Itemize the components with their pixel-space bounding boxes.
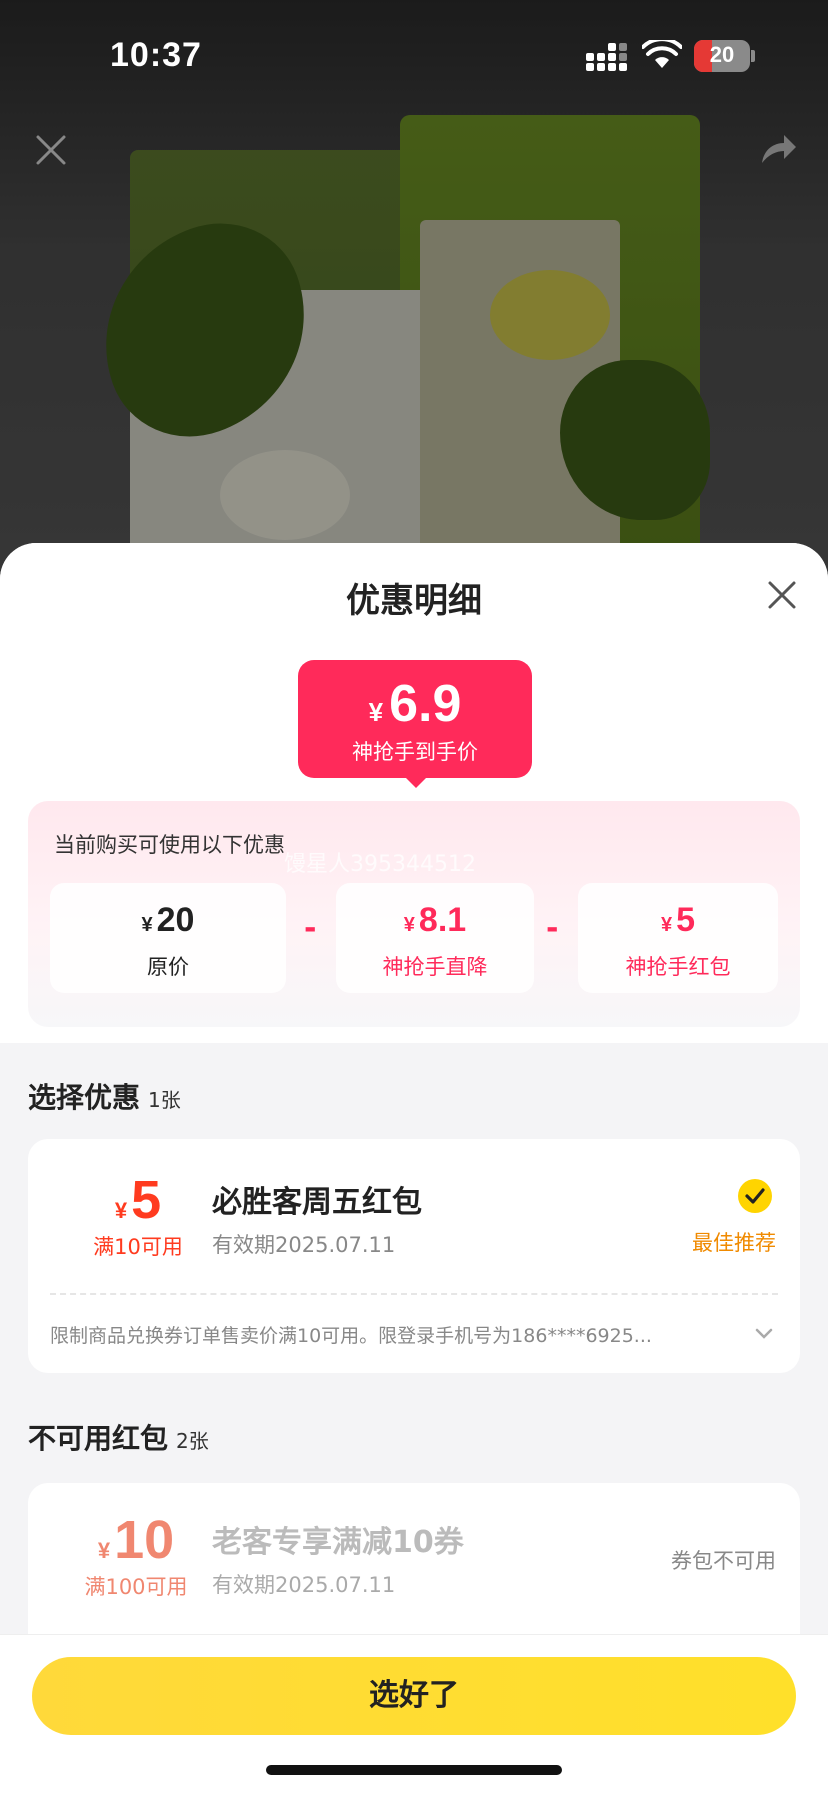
direct-discount-amount: 8.1 xyxy=(418,901,467,939)
coupon-name: 必胜客周五红包 xyxy=(212,1185,422,1220)
section-count: 1张 xyxy=(148,1088,181,1112)
currency-symbol: ¥ xyxy=(141,914,153,936)
select-offer-heading: 选择优惠 1张 xyxy=(28,1076,181,1116)
section-count: 2张 xyxy=(176,1429,209,1453)
coupon-description: 限制商品兑换券订单售卖价满10可用。限登录手机号为186****6925... xyxy=(50,1325,652,1347)
coupon-condition: 满100可用 xyxy=(84,1575,188,1599)
minus-operator: - xyxy=(546,911,559,946)
status-time: 10:37 xyxy=(110,36,202,74)
watermark: 馒星人395344512 xyxy=(284,852,476,877)
currency-symbol: ¥ xyxy=(97,1538,111,1563)
final-price-amount: 6.9 xyxy=(389,675,462,733)
coupon-status: 券包不可用 xyxy=(671,1549,776,1573)
direct-discount-label: 神抢手直降 xyxy=(382,955,488,979)
red-packet-box: ¥5 神抢手红包 xyxy=(578,883,778,993)
discount-detail-sheet: 优惠明细 ¥6.9 神抢手到手价 当前购买可使用以下优惠 馒星人39534451… xyxy=(0,543,828,1795)
battery-indicator: 20 xyxy=(694,40,756,72)
unavailable-coupons-heading: 不可用红包 2张 xyxy=(28,1417,209,1457)
coupon-amount: 10 xyxy=(114,1510,175,1570)
original-price-label: 原价 xyxy=(147,955,189,979)
price-breakdown: 当前购买可使用以下优惠 馒星人395344512 ¥20 原价 - ¥8.1 神… xyxy=(28,801,800,1027)
direct-discount-box: ¥8.1 神抢手直降 xyxy=(336,883,534,993)
coupon-validity: 有效期2025.07.11 xyxy=(212,1573,396,1597)
currency-symbol: ¥ xyxy=(368,697,384,727)
red-packet-amount: 5 xyxy=(676,901,696,939)
currency-symbol: ¥ xyxy=(114,1198,128,1223)
coupon-validity: 有效期2025.07.11 xyxy=(212,1233,396,1257)
currency-symbol: ¥ xyxy=(403,914,415,936)
coupon-condition: 满10可用 xyxy=(93,1235,183,1259)
selected-coupon-card[interactable]: ¥5 满10可用 必胜客周五红包 有效期2025.07.11 最佳推荐 限制商品… xyxy=(28,1139,800,1373)
red-packet-label: 神抢手红包 xyxy=(625,955,731,979)
currency-symbol: ¥ xyxy=(660,914,673,936)
section-title: 选择优惠 xyxy=(28,1081,141,1114)
share-icon[interactable] xyxy=(752,125,802,175)
original-price-amount: 20 xyxy=(156,901,195,939)
cellular-signal-icon xyxy=(586,43,627,71)
bottom-action-bar: 选好了 xyxy=(0,1634,828,1795)
final-price-badge: ¥6.9 神抢手到手价 xyxy=(298,660,532,788)
coupon-name: 老客专享满减10券 xyxy=(212,1525,464,1560)
best-recommend-tag: 最佳推荐 xyxy=(692,1231,776,1255)
original-price-box: ¥20 原价 xyxy=(50,883,286,993)
chevron-down-icon[interactable] xyxy=(754,1327,774,1341)
sheet-title: 优惠明细 xyxy=(346,581,482,621)
check-icon[interactable] xyxy=(738,1179,772,1213)
breakdown-hint: 当前购买可使用以下优惠 xyxy=(54,833,285,857)
section-title: 不可用红包 xyxy=(28,1422,169,1455)
coupon-amount: 5 xyxy=(131,1170,162,1230)
battery-level: 20 xyxy=(709,42,735,67)
status-bar: 10:37 20 xyxy=(0,0,828,110)
final-price-label: 神抢手到手价 xyxy=(352,740,478,764)
wifi-icon xyxy=(642,40,682,68)
close-icon[interactable] xyxy=(26,125,76,175)
home-indicator xyxy=(266,1765,562,1775)
minus-operator: - xyxy=(304,911,317,946)
confirm-button[interactable]: 选好了 xyxy=(32,1657,796,1735)
close-icon[interactable] xyxy=(764,577,800,613)
